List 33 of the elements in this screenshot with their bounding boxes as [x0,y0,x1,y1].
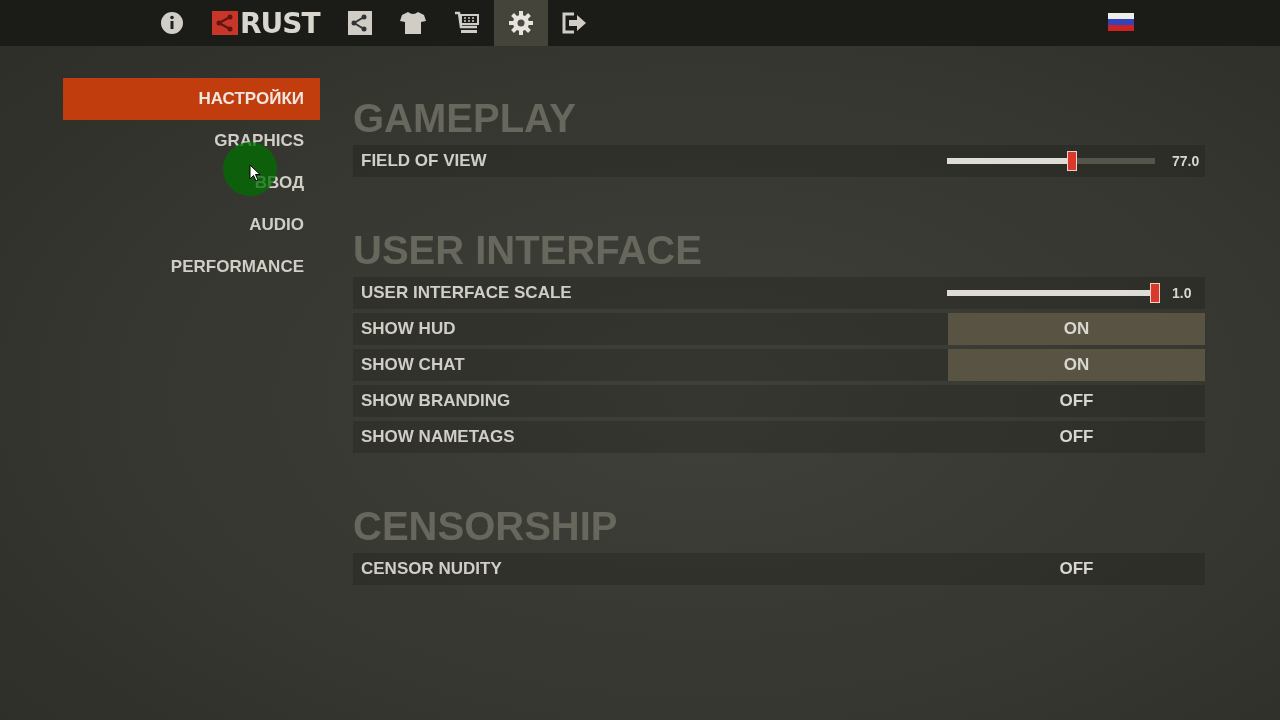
setting-label: FIELD OF VIEW [360,151,488,171]
logo-icon [212,11,238,35]
info-icon [160,11,184,35]
setting-label: SHOW BRANDING [360,391,512,411]
toggle-button[interactable]: OFF [948,385,1205,417]
toggle-button[interactable]: ON [948,313,1205,345]
slider-track[interactable] [944,283,1158,303]
sidebar-item[interactable]: НАСТРОЙКИ [63,78,320,120]
setting-label: CENSOR NUDITY [360,559,503,579]
toggle-button[interactable]: ON [948,349,1205,381]
slider-thumb[interactable] [1150,283,1160,303]
russian-flag-icon[interactable] [1108,13,1134,31]
toggle-button[interactable]: OFF [948,421,1205,453]
setting-label: USER INTERFACE SCALE [360,283,573,303]
sidebar-item[interactable]: AUDIO [63,204,320,246]
exit-icon [561,12,588,34]
slider-thumb[interactable] [1066,151,1077,171]
sidebar-item[interactable]: PERFORMANCE [63,246,320,288]
settings-icon [507,10,534,36]
setting-label: SHOW CHAT [360,355,466,375]
slider-value: 1.0 [1172,285,1192,301]
shirt-icon [399,11,426,35]
nav-tab[interactable] [493,0,548,46]
slider-value: 77.0 [1172,153,1200,169]
logo-text: RUST [240,6,320,40]
sidebar-item[interactable]: GRAPHICS [63,120,320,162]
setting-label: SHOW NAMETAGS [360,427,516,447]
share-icon [347,11,372,35]
cart-icon [453,11,480,35]
slider-track[interactable] [944,151,1158,171]
setting-label: SHOW HUD [360,319,457,339]
toggle-button[interactable]: OFF [948,553,1205,585]
logo-tab[interactable]: RUST [198,0,334,46]
